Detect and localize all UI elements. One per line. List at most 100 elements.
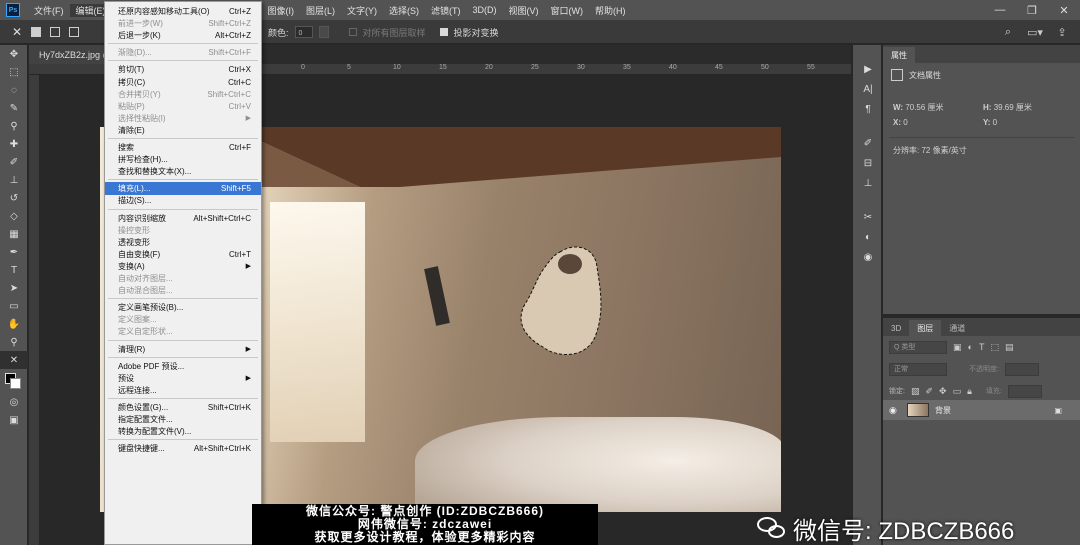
screen-mode-icon[interactable]: ▣ xyxy=(0,411,28,429)
lock-artboard-icon[interactable]: ▭ xyxy=(953,386,962,397)
zoom-tool-icon[interactable]: ⚲ xyxy=(0,333,28,351)
menu-view[interactable]: 视图(V) xyxy=(503,4,545,17)
edit-menu-item[interactable]: 内容识别缩放 Alt+Shift+Ctrl+C xyxy=(105,212,261,225)
stamp-panel-icon[interactable]: ⊥ xyxy=(853,173,883,193)
filter-pixel-icon[interactable]: ▣ xyxy=(953,342,962,353)
blend-mode-select[interactable]: 正常 xyxy=(889,362,947,376)
eraser-tool-icon[interactable]: ◇ xyxy=(0,207,28,225)
edit-menu-item[interactable]: 远程连接... xyxy=(105,384,261,397)
color-stepper[interactable] xyxy=(318,26,329,38)
edit-menu-item[interactable]: 还原内容感知移动工具(O) Ctrl+Z xyxy=(105,5,261,18)
color-value-field[interactable]: 0 xyxy=(294,26,313,38)
edit-menu-item[interactable]: 清理(R) ▶ xyxy=(105,343,261,356)
edit-menu-item[interactable]: 变换(A) ▶ xyxy=(105,260,261,273)
x-field[interactable]: X: 0 xyxy=(893,118,983,127)
edit-menu-item[interactable]: 查找和替换文本(X)... xyxy=(105,165,261,178)
gradient-tool-icon[interactable]: ▦ xyxy=(0,225,28,243)
color-panel-icon[interactable]: ◐ xyxy=(853,227,883,247)
menu-layer[interactable]: 图层(L) xyxy=(300,4,341,17)
visibility-eye-icon[interactable]: ◉ xyxy=(889,405,901,416)
quick-select-tool-icon[interactable]: ✎ xyxy=(0,99,28,117)
character-panel-icon[interactable]: A| xyxy=(853,79,883,99)
edit-menu-item[interactable]: 转换为配置文件(V)... xyxy=(105,425,261,438)
lock-all-icon[interactable]: 🔒︎ xyxy=(967,386,972,397)
share-icon[interactable]: ⇪ xyxy=(1054,24,1070,40)
edit-menu-item[interactable]: 填充(L)... Shift+F5 xyxy=(105,182,261,196)
edit-menu-item[interactable]: 自动对齐图层... xyxy=(105,272,261,285)
menu-type[interactable]: 文字(Y) xyxy=(341,4,383,17)
workspace-icon[interactable]: ▭▾ xyxy=(1024,24,1046,40)
history-panel-icon[interactable]: ▶ xyxy=(853,59,883,79)
edit-menu-item[interactable]: 预设 ▶ xyxy=(105,372,261,385)
close-button[interactable]: ✕ xyxy=(1048,0,1080,20)
menu-select[interactable]: 选择(S) xyxy=(383,4,425,17)
edit-menu-item[interactable]: 选择性粘贴(I) ▶ xyxy=(105,112,261,125)
transform-on-drop-checkbox[interactable] xyxy=(439,28,448,36)
tab-3d[interactable]: 3D xyxy=(883,320,909,336)
healing-brush-tool-icon[interactable]: ✚ xyxy=(0,135,28,153)
tools-panel-icon[interactable]: ✂ xyxy=(853,207,883,227)
eyedropper-tool-icon[interactable]: ⚲ xyxy=(0,117,28,135)
edit-menu-item[interactable]: 透视变形 xyxy=(105,236,261,249)
edit-menu-item[interactable]: 指定配置文件... xyxy=(105,413,261,426)
stamp-tool-icon[interactable]: ⊥ xyxy=(0,171,28,189)
menu-file[interactable]: 文件(F) xyxy=(28,4,70,17)
adjustments-panel-icon[interactable]: ⊟ xyxy=(853,153,883,173)
swatches-panel-icon[interactable]: ◉ xyxy=(853,247,883,267)
pen-tool-icon[interactable]: ✒ xyxy=(0,243,28,261)
tab-layers[interactable]: 图层 xyxy=(909,320,942,336)
path-select-tool-icon[interactable]: ➤ xyxy=(0,279,28,297)
move-tool-icon[interactable]: ✥ xyxy=(0,45,28,63)
menu-filter[interactable]: 滤镜(T) xyxy=(425,4,467,17)
edit-menu-item[interactable]: 定义图案... xyxy=(105,313,261,326)
type-tool-icon[interactable]: T xyxy=(0,261,28,279)
lock-move-icon[interactable]: ✥ xyxy=(939,386,947,397)
layer-row-background[interactable]: ◉ 背景 ▣ xyxy=(883,400,1080,420)
minimize-button[interactable]: — xyxy=(984,0,1016,20)
edit-menu-item[interactable]: 操控变形 xyxy=(105,224,261,237)
paragraph-panel-icon[interactable]: ¶ xyxy=(853,99,883,119)
background-color[interactable] xyxy=(10,378,21,389)
lock-paint-icon[interactable]: ✐ xyxy=(925,386,933,397)
quick-mask-icon[interactable]: ◎ xyxy=(0,393,28,411)
edit-menu-item[interactable]: 拷贝(C) Ctrl+C xyxy=(105,76,261,89)
lock-transparent-icon[interactable]: ▨ xyxy=(911,386,920,397)
edit-menu-item[interactable]: 合并拷贝(Y) Shift+Ctrl+C xyxy=(105,88,261,101)
height-field[interactable]: H: 39.69 厘米 xyxy=(983,102,1073,113)
edit-menu-item[interactable]: 渐隐(D)... Shift+Ctrl+F xyxy=(105,46,261,59)
tab-properties[interactable]: 属性 xyxy=(883,47,915,63)
menu-help[interactable]: 帮助(H) xyxy=(589,4,632,17)
fill-field[interactable] xyxy=(1007,384,1042,398)
content-aware-move-icon[interactable]: ✕ xyxy=(12,25,22,39)
new-selection-icon[interactable] xyxy=(31,26,42,37)
edit-menu-item[interactable]: 粘贴(P) Ctrl+V xyxy=(105,100,261,113)
filter-shape-icon[interactable]: ⬚ xyxy=(990,342,999,353)
marquee-tool-icon[interactable]: ⬚ xyxy=(0,63,28,81)
edit-menu-item[interactable]: 键盘快捷键... Alt+Shift+Ctrl+K xyxy=(105,442,261,455)
sample-all-layers-checkbox[interactable] xyxy=(348,28,357,36)
brush-tool-icon[interactable]: ✐ xyxy=(0,153,28,171)
subtract-selection-icon[interactable] xyxy=(69,26,80,37)
filter-type-icon[interactable]: T xyxy=(979,342,985,352)
menu-window[interactable]: 窗口(W) xyxy=(545,4,590,17)
edit-menu-item[interactable]: 前进一步(W) Shift+Ctrl+Z xyxy=(105,17,261,30)
tab-channels[interactable]: 通道 xyxy=(941,320,973,336)
brush-panel-icon[interactable]: ✐ xyxy=(853,133,883,153)
menu-image[interactable]: 图像(I) xyxy=(262,4,301,17)
y-field[interactable]: Y: 0 xyxy=(983,118,1073,127)
edit-menu-item[interactable]: 颜色设置(G)... Shift+Ctrl+K xyxy=(105,401,261,414)
edit-menu-item[interactable]: 拼写检查(H)... xyxy=(105,153,261,166)
edit-menu-item[interactable]: 剪切(T) Ctrl+X xyxy=(105,63,261,76)
edit-menu-item[interactable]: 自由变换(F) Ctrl+T xyxy=(105,248,261,261)
edit-menu-item[interactable]: 定义画笔预设(B)... xyxy=(105,301,261,314)
edit-menu-item[interactable]: 搜索 Ctrl+F xyxy=(105,141,261,154)
edit-menu-item[interactable]: Adobe PDF 预设... xyxy=(105,360,261,373)
opacity-field[interactable] xyxy=(1004,362,1039,376)
add-selection-icon[interactable] xyxy=(50,26,61,37)
filter-adjust-icon[interactable]: ◐ xyxy=(968,342,973,352)
width-field[interactable]: W: 70.56 厘米 xyxy=(893,102,983,113)
edit-menu-item[interactable]: 定义自定形状... xyxy=(105,325,261,338)
search-icon[interactable]: ⌕ xyxy=(1000,24,1016,40)
edit-menu-item[interactable]: 后退一步(K) Alt+Ctrl+Z xyxy=(105,29,261,42)
edit-menu-item[interactable]: 描边(S)... xyxy=(105,194,261,207)
